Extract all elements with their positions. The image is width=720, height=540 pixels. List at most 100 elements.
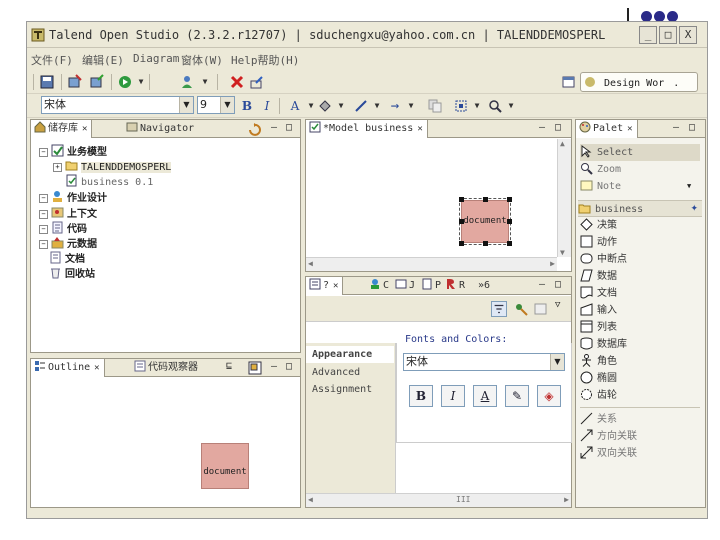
copy-format-icon[interactable] [427, 98, 443, 114]
collapse-icon[interactable]: − [39, 148, 48, 157]
open-perspective-icon[interactable] [561, 74, 577, 90]
overview-icon[interactable] [248, 361, 262, 375]
collapse-icon[interactable]: − [39, 210, 48, 219]
tab-p[interactable]: P [418, 277, 441, 295]
save-icon[interactable] [39, 74, 55, 90]
maximize-view-icon[interactable]: □ [689, 122, 695, 133]
canvas-document-shape[interactable]: document [459, 198, 511, 245]
palette-shape-ellipse[interactable]: 椭圆 [580, 370, 617, 387]
chevron-down-icon[interactable]: ▼ [133, 74, 149, 90]
user-group-icon[interactable] [181, 74, 197, 90]
menu-window[interactable]: 窗体(W) [181, 52, 223, 68]
import-icon[interactable] [67, 74, 83, 90]
new-properties-view-icon[interactable] [533, 301, 549, 317]
scroll-up-icon[interactable]: ▲ [560, 139, 565, 148]
minimize-view-icon[interactable]: — [271, 122, 277, 133]
properties-horizontal-scrollbar[interactable]: ◀ III ▶ [306, 493, 571, 507]
section-assignment[interactable]: Assignment [306, 381, 394, 398]
palette-shape-database[interactable]: 数据库 [580, 336, 627, 353]
fill-color-icon[interactable] [317, 98, 333, 114]
selection-handle[interactable] [459, 197, 464, 202]
minimize-view-icon[interactable]: — [673, 122, 679, 133]
section-appearance[interactable]: Appearance [306, 346, 394, 363]
tree-node-recycle-bin[interactable]: 回收站 [49, 266, 95, 281]
menu-diagram[interactable]: Diagram [133, 52, 179, 65]
close-icon[interactable]: ✕ [94, 363, 99, 373]
tab-j[interactable]: J [392, 277, 415, 295]
font-size-select[interactable]: 9 ▼ [197, 96, 235, 114]
share-icon[interactable] [249, 74, 265, 90]
refresh-icon[interactable] [248, 123, 261, 136]
tree-node-documentation[interactable]: 文档 [49, 251, 85, 266]
tab-code-viewer[interactable]: 代码观察器 [131, 359, 198, 377]
editor-vertical-scrollbar[interactable]: ▲ ▼ [557, 139, 571, 257]
close-button[interactable]: X [679, 26, 697, 44]
palette-shape-document[interactable]: 文档 [580, 285, 617, 302]
chevron-down-icon[interactable]: ▼ [403, 98, 419, 114]
tab-repository[interactable]: 储存库 ✕ [31, 120, 93, 138]
palette-shape-input[interactable]: 输入 [580, 302, 617, 319]
selection-handle[interactable] [459, 219, 464, 224]
outline-document-shape[interactable]: document [201, 443, 249, 489]
line-color-icon[interactable] [353, 98, 369, 114]
properties-fill-color-button[interactable]: ◈ [537, 385, 561, 407]
menu-help[interactable]: Help帮助(H) [231, 52, 299, 68]
tab-model-business[interactable]: *Model business ✕ [306, 120, 428, 138]
properties-italic-button[interactable]: I [441, 385, 465, 407]
chevron-down-icon[interactable]: ▼ [369, 98, 385, 114]
tree-node-business-models[interactable]: − 业务模型 [39, 144, 107, 159]
palette-connection-directed[interactable]: 方向关联 [580, 428, 637, 445]
chevron-down-icon[interactable]: ▼ [333, 98, 349, 114]
maximize-view-icon[interactable]: □ [286, 122, 292, 133]
expand-icon[interactable]: + [53, 163, 62, 172]
palette-shape-terminal[interactable]: 中断点 [580, 251, 627, 268]
font-family-select[interactable]: 宋体 ▼ [41, 96, 194, 114]
palette-shape-data[interactable]: 数据 [580, 268, 617, 285]
palette-shape-decision[interactable]: 决策 [580, 217, 617, 234]
palette-tool-note[interactable]: Note [580, 178, 621, 195]
selection-handle[interactable] [507, 219, 512, 224]
palette-connection-bidirectional[interactable]: 双向关联 [580, 445, 637, 462]
delete-icon[interactable] [229, 74, 245, 90]
tab-r[interactable]: R [442, 277, 465, 295]
menu-edit[interactable]: 编辑(E) [82, 52, 124, 68]
export-icon[interactable] [89, 74, 105, 90]
minimize-view-icon[interactable]: — [539, 279, 545, 290]
tab-overflow[interactable]: »6 [478, 277, 490, 295]
arrow-right-icon[interactable]: → [387, 98, 403, 114]
maximize-view-icon[interactable]: □ [555, 279, 561, 290]
scroll-left-icon[interactable]: ◀ [308, 259, 313, 268]
tree-node-project-folder[interactable]: + TALENDDEMOSPERL [53, 159, 172, 174]
tree-node-contexts[interactable]: − 上下文 [39, 206, 97, 221]
chevron-down-icon[interactable]: ▼ [197, 74, 213, 90]
palette-drawer-business[interactable]: business ✦ [578, 200, 702, 217]
bold-button[interactable]: B [239, 98, 255, 114]
align-grid-icon[interactable] [453, 98, 469, 114]
palette-shape-actor[interactable]: 角色 [580, 353, 617, 370]
palette-connection-relation[interactable]: 关系 [580, 411, 617, 428]
menu-file[interactable]: 文件(F) [31, 52, 73, 68]
scroll-right-icon[interactable]: ▶ [564, 495, 569, 504]
scroll-down-icon[interactable]: ▼ [560, 248, 565, 257]
scroll-left-icon[interactable]: ◀ [308, 495, 313, 504]
selection-handle[interactable] [483, 197, 488, 202]
view-menu-icon[interactable]: ▽ [555, 300, 560, 310]
maximize-view-icon[interactable]: □ [286, 361, 292, 372]
minimize-view-icon[interactable]: — [271, 361, 277, 372]
close-icon[interactable]: ✕ [417, 124, 422, 134]
chevron-down-icon[interactable]: ▼ [503, 98, 519, 114]
tab-c[interactable]: C [366, 277, 389, 295]
properties-font-select[interactable]: 宋体 ▼ [403, 353, 565, 371]
zoom-icon[interactable] [487, 98, 503, 114]
tree-node-metadata[interactable]: − 元数据 [39, 236, 97, 251]
filter-icon[interactable] [491, 301, 507, 317]
tab-palette[interactable]: Palet ✕ [576, 120, 638, 138]
minimize-button[interactable]: _ [639, 26, 657, 44]
scroll-right-icon[interactable]: ▶ [550, 259, 555, 268]
close-icon[interactable]: ✕ [82, 124, 87, 134]
tab-outline[interactable]: Outline ✕ [31, 359, 105, 377]
pin-view-icon[interactable] [513, 301, 529, 317]
tree-node-job-designs[interactable]: − 作业设计 [39, 190, 107, 205]
palette-tool-select[interactable]: Select [580, 144, 700, 161]
tree-node-code[interactable]: − 代码 [39, 221, 87, 236]
